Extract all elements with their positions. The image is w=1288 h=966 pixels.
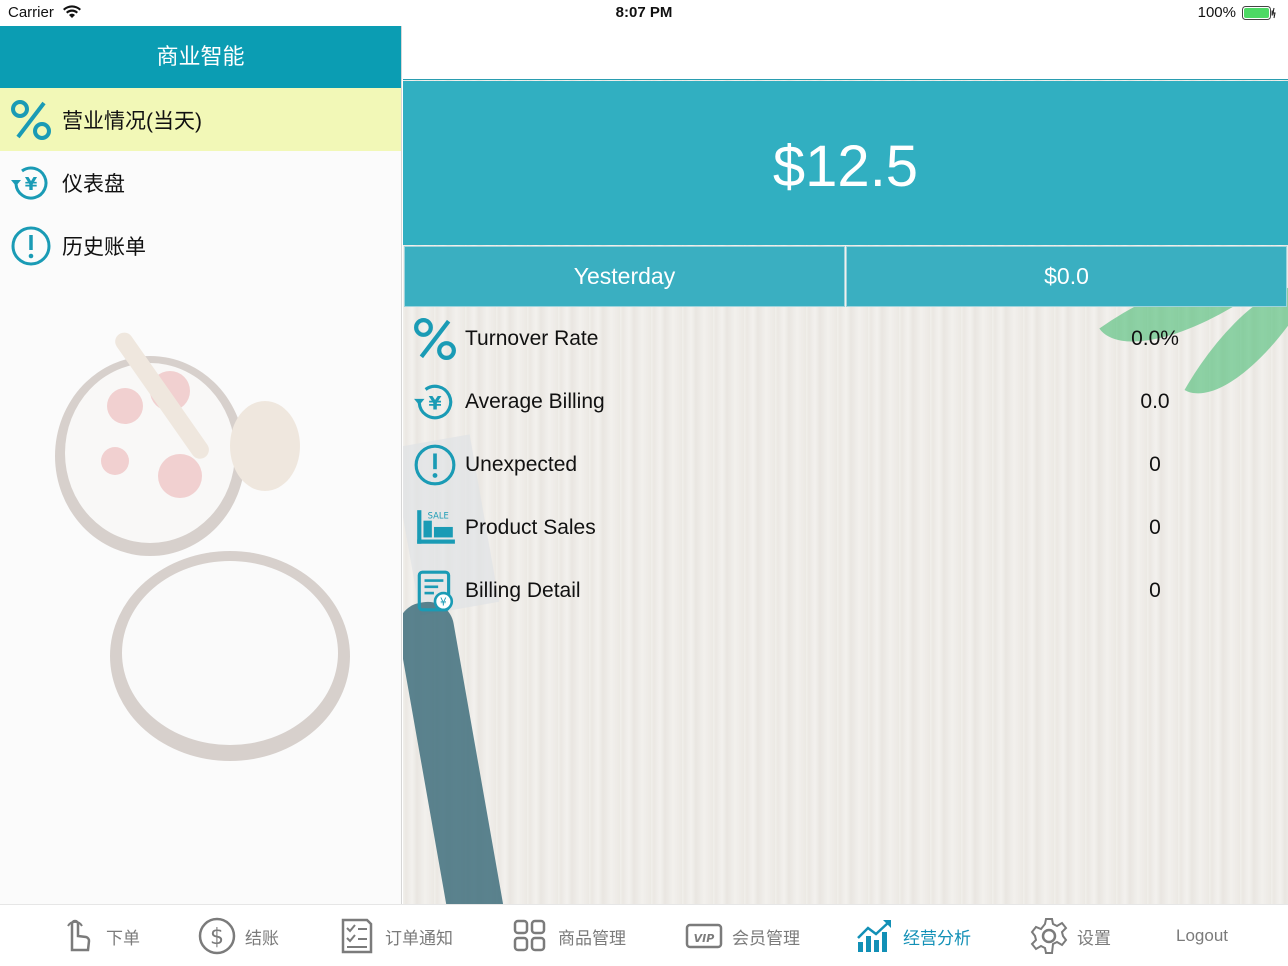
tab-order-notifications[interactable]: 订单通知	[337, 905, 453, 966]
percent-icon	[11, 99, 51, 140]
sidebar-item-label: 历史账单	[62, 235, 146, 259]
tab-checkout[interactable]: $ 结账	[197, 905, 279, 966]
tab-settings[interactable]: 设置	[1029, 905, 1111, 966]
metric-label: Average Billing	[465, 390, 605, 413]
sidebar-item-label: 仪表盘	[62, 172, 125, 196]
exclamation-circle-icon	[414, 444, 456, 486]
tab-product-management[interactable]: 商品管理	[510, 905, 626, 966]
tab-bar: 下单 $ 结账 订单通知 商品管理 VIP 会员管理 经营分析 设置 Logou…	[0, 904, 1288, 966]
metric-row-product-sales[interactable]: SALE Product Sales 0	[403, 498, 1288, 558]
metric-value: 0	[1149, 516, 1161, 539]
tab-label: Logout	[1176, 926, 1228, 945]
svg-text:VIP: VIP	[694, 932, 715, 945]
tab-label: 经营分析	[903, 928, 971, 948]
metric-value: 0.0%	[1131, 327, 1179, 350]
svg-text:¥: ¥	[440, 597, 447, 609]
battery-icon	[1242, 6, 1276, 20]
today-total-banner: $12.5	[403, 81, 1288, 245]
nav-bar	[403, 26, 1288, 80]
sidebar-item-label: 营业情况(当天)	[62, 109, 202, 133]
svg-text:¥: ¥	[428, 393, 441, 414]
main-panel: $12.5 Yesterday $0.0 Turnover Rate 0.0% …	[403, 26, 1288, 904]
metric-label: Turnover Rate	[465, 327, 599, 350]
knife-handle-image	[403, 597, 509, 904]
yen-refresh-icon: ¥	[414, 384, 453, 420]
sidebar-item-history-bills[interactable]: 历史账单	[0, 214, 401, 277]
metric-row-unexpected[interactable]: Unexpected 0	[403, 435, 1288, 495]
hand-tap-icon	[67, 919, 91, 952]
svg-text:$: $	[210, 925, 224, 950]
coconut-bowl-image	[55, 332, 350, 761]
metric-row-average-billing[interactable]: ¥ Average Billing 0.0	[403, 372, 1288, 432]
tab-label: 订单通知	[385, 928, 453, 948]
metric-value: 0.0	[1140, 390, 1170, 413]
tab-label: 商品管理	[558, 928, 626, 948]
status-bar: Carrier 8:07 PM 100%	[0, 0, 1288, 26]
tab-label: 结账	[245, 928, 279, 948]
yen-refresh-icon: ¥	[11, 166, 48, 200]
checklist-icon	[341, 918, 373, 954]
tab-label: 设置	[1077, 928, 1111, 948]
exclamation-circle-icon	[11, 226, 51, 265]
invoice-yen-icon: ¥	[417, 570, 454, 612]
trend-chart-icon	[857, 920, 891, 952]
tab-logout[interactable]: Logout	[1176, 905, 1228, 966]
clock: 8:07 PM	[615, 4, 673, 21]
vip-card-icon: VIP	[685, 923, 723, 949]
battery-percent: 100%	[1197, 4, 1236, 21]
metric-value: 0	[1149, 579, 1161, 602]
tab-member-management[interactable]: VIP 会员管理	[684, 905, 800, 966]
metric-label: Billing Detail	[465, 579, 581, 602]
dollar-circle-icon: $	[198, 917, 236, 955]
metric-value: 0	[1149, 453, 1161, 476]
grid-icon	[513, 919, 546, 952]
metric-label: Product Sales	[465, 516, 596, 539]
sidebar-title: 商业智能	[0, 26, 401, 88]
tab-business-analysis[interactable]: 经营分析	[855, 905, 971, 966]
svg-text:SALE: SALE	[428, 511, 449, 521]
tab-label: 下单	[106, 928, 140, 948]
tab-place-order[interactable]: 下单	[58, 905, 140, 966]
sale-chart-icon: SALE	[417, 510, 455, 544]
metric-row-billing-detail[interactable]: ¥ Billing Detail 0	[403, 561, 1288, 621]
yesterday-label-cell: Yesterday	[404, 246, 845, 307]
sidebar-item-dashboard[interactable]: ¥ 仪表盘	[0, 151, 401, 214]
sidebar: 商业智能 营业情况(当天) ¥ 仪表盘 历史账单	[0, 26, 402, 904]
yesterday-value-cell: $0.0	[846, 246, 1287, 307]
metric-row-turnover-rate[interactable]: Turnover Rate 0.0%	[403, 309, 1288, 369]
percent-icon	[414, 318, 456, 360]
sidebar-item-today-business[interactable]: 营业情况(当天)	[0, 88, 401, 151]
today-total-value: $12.5	[772, 134, 919, 199]
metric-label: Unexpected	[465, 453, 578, 476]
tab-label: 会员管理	[732, 928, 800, 948]
svg-text:¥: ¥	[25, 174, 38, 195]
gear-icon	[1030, 918, 1068, 954]
